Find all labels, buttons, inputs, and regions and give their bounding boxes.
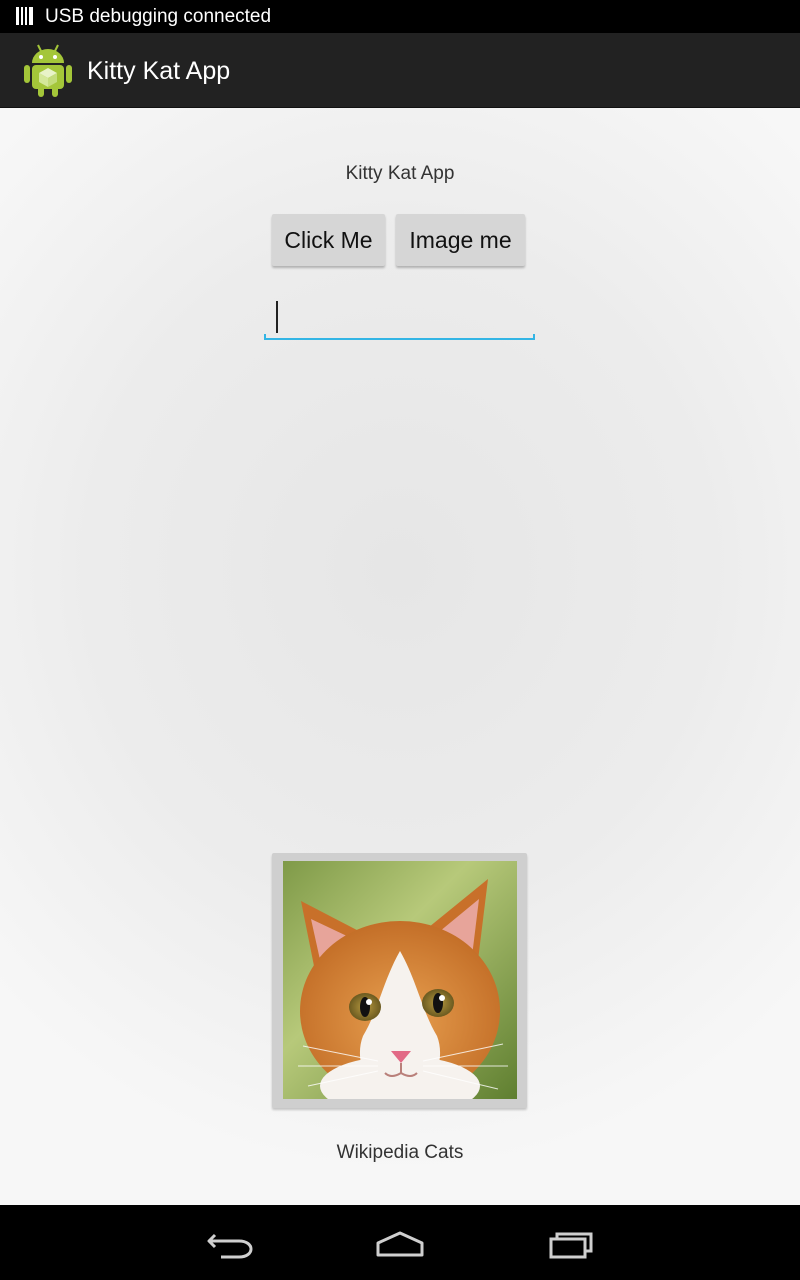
status-notification-text: USB debugging connected bbox=[45, 6, 272, 27]
status-bar: USB debugging connected bbox=[0, 0, 800, 33]
image-frame[interactable] bbox=[272, 853, 527, 1108]
home-icon[interactable] bbox=[370, 1223, 430, 1263]
text-input-field[interactable] bbox=[264, 296, 535, 340]
text-input[interactable] bbox=[264, 296, 535, 338]
main-content: Kitty Kat App Click Me Image me Wikipedi… bbox=[0, 108, 800, 1205]
android-robot-icon[interactable] bbox=[22, 42, 74, 98]
image-me-button[interactable]: Image me bbox=[396, 214, 525, 266]
page-heading: Kitty Kat App bbox=[345, 163, 455, 184]
app-title: Kitty Kat App bbox=[87, 57, 231, 85]
text-cursor bbox=[276, 301, 278, 333]
click-me-button[interactable]: Click Me bbox=[272, 214, 385, 266]
navigation-bar bbox=[0, 1205, 800, 1280]
action-bar: Kitty Kat App bbox=[0, 33, 800, 108]
recent-apps-icon[interactable] bbox=[541, 1223, 601, 1263]
usb-debug-icon bbox=[16, 7, 33, 25]
kitten-photo bbox=[283, 861, 517, 1099]
image-caption: Wikipedia Cats bbox=[336, 1142, 464, 1163]
back-icon[interactable] bbox=[199, 1223, 259, 1263]
